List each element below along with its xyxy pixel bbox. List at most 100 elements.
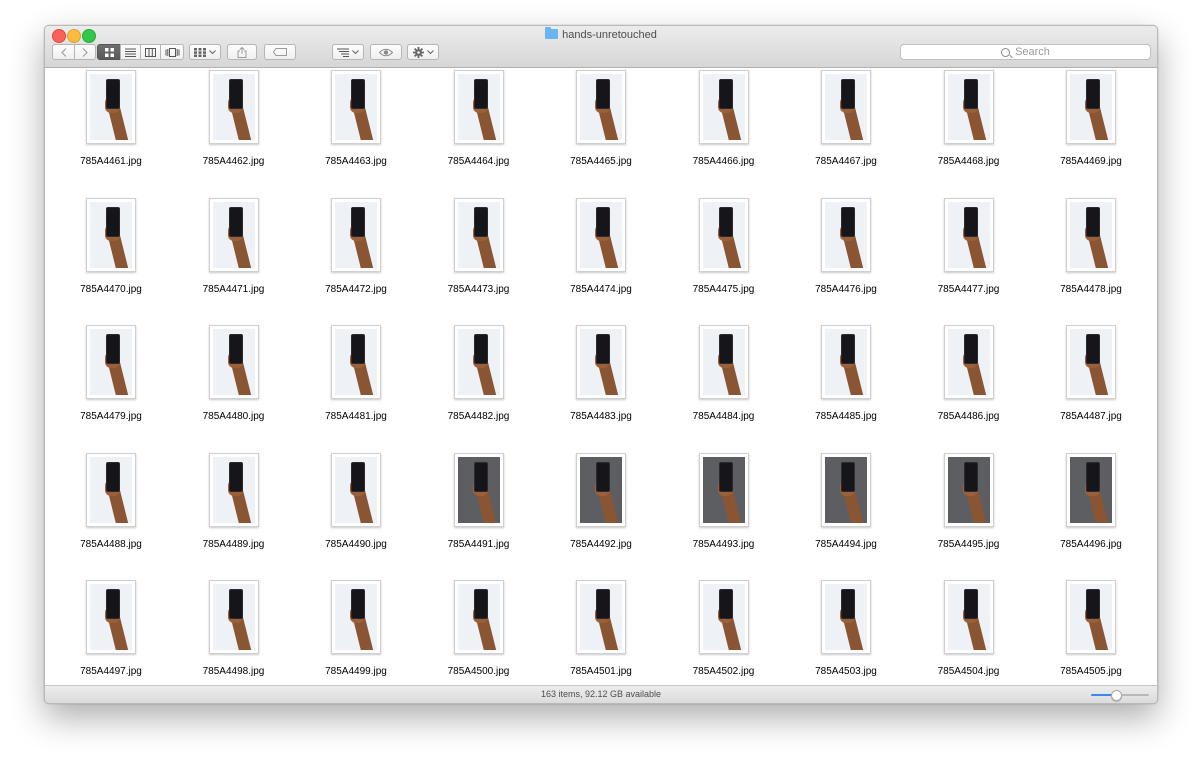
- back-button[interactable]: [52, 44, 74, 60]
- icon-view-button[interactable]: [97, 44, 120, 60]
- share-button[interactable]: [227, 44, 257, 60]
- file-icon-grid: 785A4461.jpg 785A4462.jpg 785A4463.jpg 785A…: [45, 68, 1157, 686]
- file-thumbnail[interactable]: [86, 325, 136, 399]
- phone-in-hand-image: [963, 79, 978, 109]
- photo-preview: [825, 329, 867, 395]
- file-thumbnail[interactable]: [331, 580, 381, 654]
- file-thumbnail[interactable]: [453, 580, 504, 654]
- file-thumbnail[interactable]: [576, 70, 626, 144]
- phone-in-hand-image: [718, 461, 733, 492]
- photo-preview: [457, 74, 500, 140]
- file-thumbnail[interactable]: [576, 580, 626, 654]
- icon-size-slider-knob[interactable]: [1110, 690, 1122, 701]
- file-name-label: 785A4486.jpg: [937, 411, 1000, 422]
- file-name-label: 785A4463.jpg: [325, 156, 387, 167]
- file-name-label: 785A4466.jpg: [692, 156, 755, 167]
- file-thumbnail[interactable]: [453, 452, 504, 527]
- tag-button[interactable]: [264, 44, 296, 60]
- file-thumbnail[interactable]: [821, 197, 871, 272]
- cover-flow-view-button[interactable]: [160, 44, 184, 60]
- file-thumbnail[interactable]: [331, 197, 381, 272]
- file-thumbnail[interactable]: [1066, 325, 1116, 399]
- file-thumbnail[interactable]: [943, 580, 994, 654]
- file-thumbnail[interactable]: [821, 580, 871, 654]
- file-thumbnail[interactable]: [698, 580, 749, 654]
- photo-preview: [90, 74, 132, 140]
- phone-in-hand-image: [1086, 334, 1100, 364]
- file-thumbnail[interactable]: [453, 197, 504, 272]
- photo-preview: [335, 201, 377, 268]
- search-placeholder: Search: [1015, 46, 1050, 58]
- file-thumbnail[interactable]: [821, 325, 871, 399]
- column-view-button[interactable]: [140, 44, 160, 60]
- file-thumbnail[interactable]: [453, 325, 504, 399]
- file-thumbnail[interactable]: [208, 197, 259, 272]
- photo-preview: [90, 329, 132, 395]
- file-thumbnail[interactable]: [821, 452, 871, 527]
- action-button[interactable]: [407, 44, 439, 60]
- photo-preview: [90, 201, 132, 268]
- file-name-label: 785A4492.jpg: [570, 538, 632, 550]
- file-thumbnail[interactable]: [698, 197, 749, 272]
- window-title: hands-unretouched: [45, 27, 1157, 42]
- photo-preview: [580, 584, 622, 650]
- file-thumbnail[interactable]: [943, 452, 994, 527]
- file-thumbnail[interactable]: [208, 452, 259, 527]
- file-name-label: 785A4500.jpg: [447, 666, 510, 677]
- phone-in-hand-image: [473, 334, 488, 364]
- file-thumbnail[interactable]: [1066, 197, 1116, 272]
- file-thumbnail[interactable]: [576, 325, 626, 399]
- photo-preview: [580, 456, 622, 523]
- file-name-label: 785A4485.jpg: [815, 411, 877, 422]
- title-bar: hands-unretouched Search: [45, 26, 1157, 68]
- file-name-label: 785A4477.jpg: [937, 283, 1000, 295]
- cover-flow-view-icon: [165, 47, 179, 57]
- status-text: 163 items, 92.12 GB available: [540, 689, 662, 699]
- file-thumbnail[interactable]: [1066, 70, 1116, 144]
- file-thumbnail[interactable]: [821, 70, 871, 144]
- file-name-label: 785A4473.jpg: [447, 283, 510, 295]
- phone-in-hand-image: [596, 334, 610, 364]
- file-thumbnail[interactable]: [331, 325, 381, 399]
- phone-in-hand-image: [228, 589, 243, 619]
- arrange-button[interactable]: [189, 44, 221, 60]
- file-thumbnail[interactable]: [453, 70, 504, 144]
- file-name-label: 785A4488.jpg: [80, 538, 142, 550]
- file-thumbnail[interactable]: [1066, 452, 1116, 527]
- icon-size-slider[interactable]: [1091, 690, 1149, 701]
- photo-preview: [212, 74, 255, 140]
- file-thumbnail[interactable]: [943, 325, 994, 399]
- file-thumbnail[interactable]: [86, 452, 136, 527]
- file-thumbnail[interactable]: [208, 580, 259, 654]
- phone-in-hand-image: [228, 79, 243, 109]
- phone-in-hand-image: [473, 461, 488, 492]
- photo-preview: [1070, 74, 1112, 140]
- file-thumbnail[interactable]: [943, 70, 994, 144]
- phone-in-hand-image: [106, 79, 120, 109]
- photo-preview: [335, 329, 377, 395]
- list-view-button[interactable]: [120, 44, 140, 60]
- search-field[interactable]: Search: [900, 44, 1151, 60]
- quick-look-button[interactable]: [370, 44, 402, 60]
- file-thumbnail[interactable]: [698, 325, 749, 399]
- file-thumbnail[interactable]: [943, 197, 994, 272]
- file-thumbnail[interactable]: [331, 452, 381, 527]
- file-thumbnail[interactable]: [86, 580, 136, 654]
- file-thumbnail[interactable]: [698, 452, 749, 527]
- file-thumbnail[interactable]: [576, 197, 626, 272]
- file-thumbnail[interactable]: [208, 325, 259, 399]
- file-thumbnail[interactable]: [86, 197, 136, 272]
- sort-button[interactable]: [332, 44, 364, 60]
- file-thumbnail[interactable]: [331, 70, 381, 144]
- file-name-label: 785A4474.jpg: [570, 283, 632, 295]
- file-thumbnail[interactable]: [698, 70, 749, 144]
- phone-in-hand-image: [963, 589, 978, 619]
- file-name-label: 785A4487.jpg: [1060, 411, 1122, 422]
- file-thumbnail[interactable]: [208, 70, 259, 144]
- file-thumbnail[interactable]: [1066, 580, 1116, 654]
- phone-in-hand-image: [228, 206, 243, 237]
- forward-button[interactable]: [74, 44, 96, 60]
- file-thumbnail[interactable]: [86, 70, 136, 144]
- file-thumbnail[interactable]: [576, 452, 626, 527]
- eye-icon: [379, 48, 393, 56]
